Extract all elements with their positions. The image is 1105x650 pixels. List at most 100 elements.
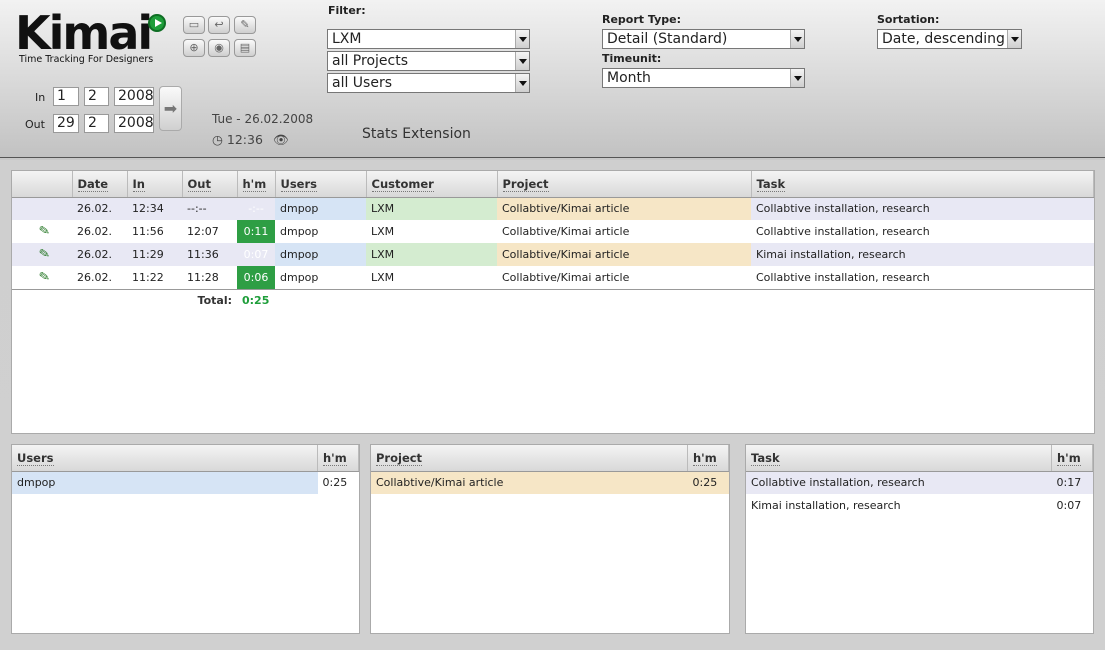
date-cell: 26.02. — [72, 197, 127, 220]
task-panel: Task h'm Collabtive installation, resear… — [745, 444, 1094, 634]
col-customer[interactable]: Customer — [366, 171, 498, 198]
chevron-down-icon — [790, 30, 804, 48]
date-cell: 26.02. — [77, 225, 112, 238]
project-cell[interactable]: Collabtive/Kimai article — [497, 266, 751, 289]
user-cell[interactable]: dmpop — [275, 243, 366, 266]
hm-cell: 0:11 — [237, 220, 275, 243]
task-cell[interactable]: Collabtive installation, research — [751, 197, 1094, 220]
out-month-input[interactable]: 2 — [84, 114, 109, 133]
extension-title: Stats Extension — [362, 126, 471, 142]
project-select-value: all Projects — [332, 53, 409, 69]
in-day-input[interactable]: 1 — [53, 87, 79, 106]
table-row[interactable]: ✎ 26.02. 11:22 11:28 0:06 dmpop LXM Coll… — [12, 266, 1094, 289]
in-year-input[interactable]: 2008 — [114, 87, 154, 106]
timeunit-value: Month — [607, 70, 651, 86]
col-hm[interactable]: h'm — [317, 445, 359, 472]
project-hm: 0:25 — [687, 471, 729, 494]
user-cell[interactable]: dmpop — [275, 220, 366, 243]
kimai-logo: Kimai — [15, 6, 153, 60]
customer-cell[interactable]: LXM — [366, 243, 497, 266]
task-header-row: Task h'm — [746, 445, 1093, 472]
filter-label: Filter: — [328, 4, 366, 17]
pencil-icon[interactable]: ✎ — [38, 269, 51, 286]
record-icon[interactable]: ◉ — [208, 39, 230, 57]
arrow-right-icon[interactable]: ➡ — [159, 86, 182, 131]
edit-cell — [12, 197, 72, 220]
timeunit-label: Timeunit: — [602, 52, 662, 65]
pencil-icon[interactable]: ✎ — [38, 223, 51, 240]
window-icon[interactable]: ▭ — [183, 16, 205, 34]
col-project[interactable]: Project — [371, 445, 688, 472]
col-task[interactable]: Task — [751, 171, 1094, 198]
timesheet-header-row: Date In Out h'm Users Customer Project T… — [12, 171, 1094, 198]
in-cell: 12:34 — [127, 197, 182, 220]
project-select[interactable]: all Projects — [327, 51, 530, 71]
in-month-input[interactable]: 2 — [84, 87, 109, 106]
user-select[interactable]: all Users — [327, 73, 530, 93]
user-cell[interactable]: dmpop — [275, 266, 366, 289]
out-day-input[interactable]: 29 — [53, 114, 79, 133]
wrench-icon[interactable]: ✎ — [234, 16, 256, 34]
timeunit-select[interactable]: Month — [602, 68, 805, 88]
table-row[interactable]: 26.02. 12:34 --:-- -:-- dmpop LXM Collab… — [12, 197, 1094, 220]
col-out[interactable]: Out — [182, 171, 238, 198]
total-label: Total: — [197, 294, 232, 308]
task-hm: 0:17 — [1051, 471, 1093, 494]
table-row[interactable]: ✎ 26.02. 11:56 12:07 0:11 dmpop LXM Coll… — [12, 220, 1094, 243]
col-in[interactable]: In — [127, 171, 183, 198]
report-type-select[interactable]: Detail (Standard) — [602, 29, 805, 49]
play-icon[interactable] — [148, 14, 166, 32]
report-type-value: Detail (Standard) — [607, 31, 728, 47]
edit-cell: ✎ — [12, 243, 72, 266]
list-item[interactable]: dmpop 0:25 — [12, 471, 359, 494]
col-users[interactable]: Users — [12, 445, 318, 472]
project-cell[interactable]: Collabtive/Kimai article — [497, 243, 751, 266]
out-cell: 12:07 — [187, 225, 219, 238]
customer-select[interactable]: LXM — [327, 29, 530, 49]
col-users[interactable]: Users — [275, 171, 367, 198]
col-task[interactable]: Task — [746, 445, 1052, 472]
user-cell[interactable]: dmpop — [275, 197, 366, 220]
out-cell: --:-- — [182, 197, 237, 220]
out-label: Out — [25, 118, 45, 131]
in-cell: 11:29 — [127, 243, 182, 266]
customer-cell[interactable]: LXM — [366, 220, 497, 243]
hm-cell: 0:07 — [237, 243, 275, 266]
list-item[interactable]: Collabtive/Kimai article 0:25 — [371, 471, 729, 494]
eye-icon[interactable]: 👁 — [273, 132, 289, 147]
list-item[interactable]: Collabtive installation, research 0:17 — [746, 471, 1093, 494]
total-row: Total: 0:25 — [12, 289, 1094, 312]
task-cell[interactable]: Collabtive installation, research — [751, 266, 1094, 289]
timesheet-table: Date In Out h'm Users Customer Project T… — [12, 171, 1094, 312]
col-project[interactable]: Project — [497, 171, 752, 198]
project-cell[interactable]: Collabtive/Kimai article — [497, 197, 751, 220]
print-icon[interactable]: ▤ — [234, 39, 256, 57]
col-hm[interactable]: h'm — [687, 445, 729, 472]
task-cell[interactable]: Collabtive installation, research — [751, 220, 1094, 243]
user-hm: 0:25 — [322, 476, 348, 490]
col-hm[interactable]: h'm — [1051, 445, 1093, 472]
pencil-icon[interactable]: ✎ — [38, 246, 51, 263]
col-hm[interactable]: h'm — [237, 171, 276, 198]
chevron-down-icon — [1007, 30, 1021, 48]
sortation-select[interactable]: Date, descending — [877, 29, 1022, 49]
timesheet-panel: Date In Out h'm Users Customer Project T… — [11, 170, 1095, 434]
download-icon[interactable]: ⊕ — [183, 39, 205, 57]
date-cell: 26.02. — [72, 243, 127, 266]
task-table: Task h'm Collabtive installation, resear… — [746, 445, 1093, 517]
date-cell: 26.02. — [77, 270, 112, 284]
in-label: In — [35, 91, 46, 104]
project-cell[interactable]: Collabtive/Kimai article — [497, 220, 751, 243]
clock-display: ◷ 12:36 👁 — [212, 132, 289, 148]
out-year-input[interactable]: 2008 — [114, 114, 154, 133]
customer-cell[interactable]: LXM — [366, 266, 497, 289]
list-item[interactable]: Kimai installation, research 0:07 — [746, 494, 1093, 517]
report-type-label: Report Type: — [602, 13, 681, 26]
table-row[interactable]: ✎ 26.02. 11:29 11:36 0:07 dmpop LXM Coll… — [12, 243, 1094, 266]
customer-cell[interactable]: LXM — [366, 197, 497, 220]
sortation-label: Sortation: — [877, 13, 940, 26]
back-icon[interactable]: ↩ — [208, 16, 230, 34]
col-date[interactable]: Date — [72, 171, 128, 198]
task-cell[interactable]: Kimai installation, research — [751, 243, 1094, 266]
task-name: Collabtive installation, research — [746, 471, 1052, 494]
